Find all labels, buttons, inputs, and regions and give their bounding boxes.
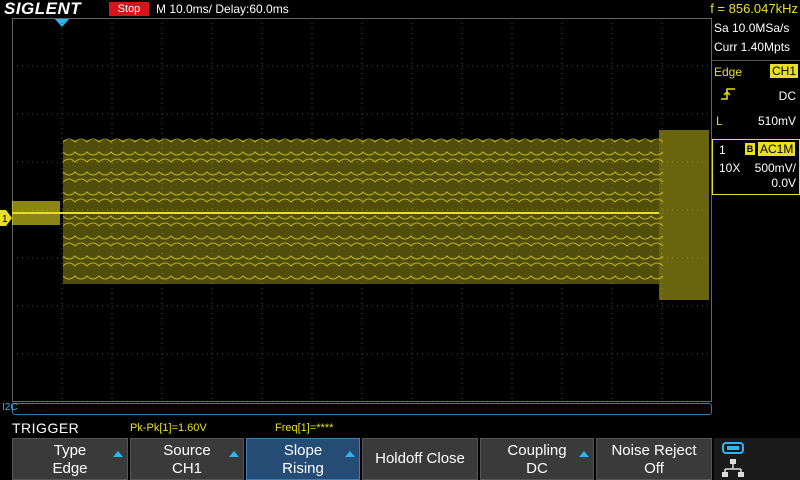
softkey-holdoff-label: Holdoff Close	[375, 450, 465, 467]
softkey-noise-reject-value: Off	[644, 460, 664, 477]
trigger-level-label: L	[716, 114, 723, 128]
waveform-canvas	[12, 18, 712, 403]
status-tray	[714, 438, 800, 480]
menu-title: TRIGGER	[12, 420, 80, 436]
softkey-noise-reject[interactable]: Noise Reject Off	[596, 438, 712, 480]
chevron-up-icon	[579, 451, 589, 457]
softkey-coupling[interactable]: Coupling DC	[480, 438, 594, 480]
serial-decode-bar[interactable]	[12, 403, 712, 415]
softkey-noise-reject-label: Noise Reject	[611, 442, 697, 459]
volts-per-div: 500mV/	[754, 161, 796, 175]
trigger-level-value: 510mV	[757, 114, 796, 128]
trigger-source-badge: CH1	[769, 64, 798, 78]
chevron-up-icon	[345, 451, 355, 457]
channel-offset: 0.0V	[771, 176, 796, 190]
softkey-type[interactable]: Type Edge	[12, 438, 128, 480]
channel1-info-box[interactable]: 1 B AC1M 10X 500mV/ 0.0V	[712, 139, 800, 195]
softkey-coupling-value: DC	[526, 460, 548, 477]
softkey-source[interactable]: Source CH1	[130, 438, 244, 480]
trigger-coupling: DC	[778, 89, 796, 103]
softkey-source-value: CH1	[171, 460, 202, 477]
run-stop-status[interactable]: Stop	[109, 2, 149, 16]
softkey-type-label: Type	[53, 442, 87, 459]
brand-logo: SIGLENT	[4, 0, 82, 18]
softkey-holdoff[interactable]: Holdoff Close	[362, 438, 478, 480]
sample-rate: Sa 10.0MSa/s	[714, 21, 790, 35]
softkey-source-label: Source	[163, 442, 211, 459]
memory-depth: Curr 1.40Mpts	[714, 40, 791, 54]
softkey-type-value: Edge	[52, 460, 88, 477]
serial-decode-label: I2C	[2, 402, 18, 413]
waveform-display[interactable]	[12, 18, 712, 418]
trigger-type: Edge	[714, 65, 743, 79]
channel1-level-marker[interactable]: 1	[0, 210, 12, 226]
channel-coupling-badge: AC1M	[758, 142, 796, 156]
channel-number: 1	[719, 143, 726, 157]
usb-icon	[722, 442, 744, 454]
timebase-readout: M 10.0ms/ Delay:60.0ms	[156, 2, 289, 16]
channel1-trace	[12, 130, 709, 300]
info-panel: Sa 10.0MSa/s Curr 1.40Mpts Edge CH1 DC L…	[712, 18, 800, 418]
softkey-coupling-label: Coupling	[507, 442, 567, 459]
softkey-slope-label: Slope	[283, 442, 323, 459]
chevron-up-icon	[229, 451, 239, 457]
frequency-counter: f = 856.047kHz	[710, 1, 798, 16]
softkey-slope[interactable]: Slope Rising	[246, 438, 360, 480]
measurement-pkpk: Pk-Pk[1]=1.60V	[130, 422, 207, 434]
channel1-marker-label: 1	[2, 214, 8, 225]
network-icon	[722, 459, 744, 477]
softkey-slope-value: Rising	[282, 460, 324, 477]
chevron-up-icon	[113, 451, 123, 457]
rising-edge-icon	[721, 88, 735, 100]
bandwidth-limit-badge: B	[745, 143, 755, 155]
probe-attenuation: 10X	[719, 161, 741, 175]
measurement-freq: Freq[1]=****	[275, 422, 334, 434]
top-status-bar: SIGLENT Stop M 10.0ms/ Delay:60.0ms f = …	[0, 0, 800, 18]
